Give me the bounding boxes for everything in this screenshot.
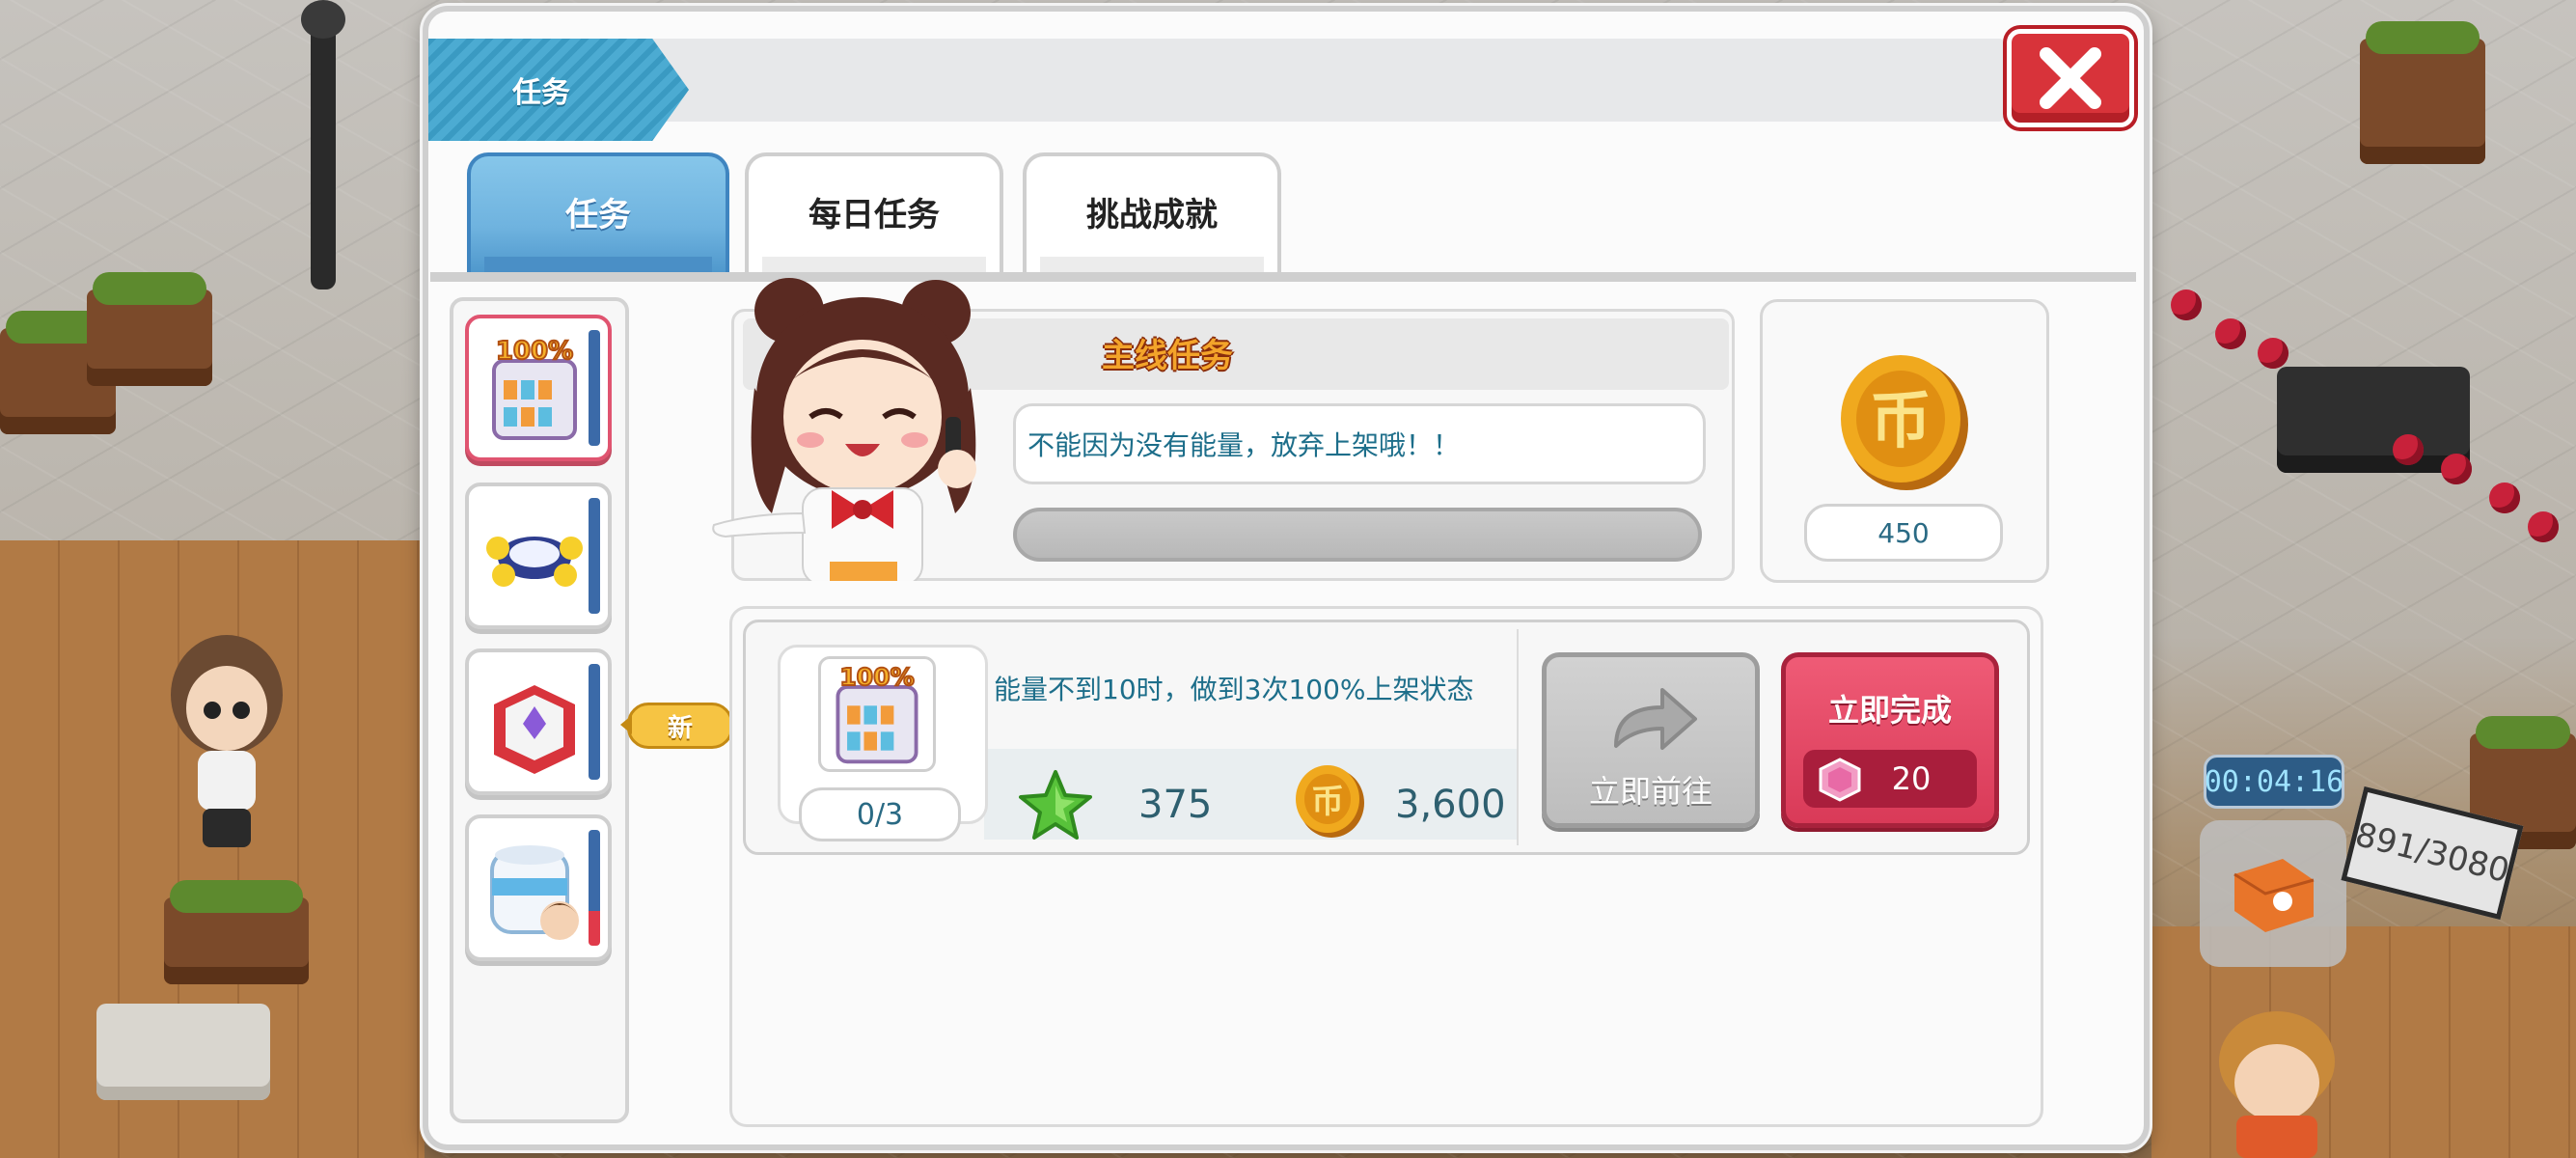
rose-flower: [2441, 454, 2472, 484]
tab-divider: [430, 272, 2136, 282]
planter-box: [164, 880, 309, 984]
category-item-display-stand[interactable]: [465, 482, 612, 629]
new-badge-text: 新: [667, 713, 693, 743]
tab-challenge-achievements[interactable]: 挑战成就: [1023, 152, 1281, 274]
main-task-title: 主线任务: [1102, 336, 1233, 375]
dialog-title: 任务: [428, 39, 689, 141]
gift-box-icon: [494, 685, 575, 774]
delivery-bubble[interactable]: [2200, 820, 2346, 967]
category-item-shelf[interactable]: 100%: [465, 315, 612, 461]
dialog-title-text: 任务: [512, 76, 570, 110]
main-task-description: 不能因为没有能量，放弃上架哦！！: [1013, 403, 1706, 484]
task-reward-exp: 375: [1138, 783, 1213, 827]
category-item-tissue[interactable]: [465, 814, 612, 961]
category-progress-bar: [589, 330, 600, 446]
svg-text:100%: 100%: [496, 337, 573, 366]
shelf-100-percent-icon: 100%: [836, 662, 918, 764]
rose-flower: [2393, 434, 2424, 465]
tab-label: 每日任务: [808, 195, 940, 234]
planter-box: [2360, 21, 2485, 164]
main-task-description-text: 不能因为没有能量，放弃上架哦！！: [1028, 429, 1461, 461]
task-icon: 100%: [818, 656, 936, 772]
new-badge: 新: [620, 703, 733, 749]
complete-now-label: 立即完成: [1827, 692, 1952, 729]
street-lamp: [311, 10, 336, 290]
tab-label: 任务: [565, 195, 631, 234]
street-lamp-head: [301, 0, 345, 39]
task-progress-count: 0/3: [799, 787, 961, 841]
planter-box: [87, 272, 212, 386]
rose-flower: [2489, 482, 2520, 513]
tab-daily-tasks[interactable]: 每日任务: [745, 152, 1003, 274]
category-item-gift-box[interactable]: [465, 648, 612, 795]
chibi-customer: [171, 635, 283, 847]
svg-text:币: 币: [1311, 783, 1344, 821]
rose-flower: [2215, 318, 2246, 349]
tab-label: 挑战成就: [1086, 195, 1218, 234]
complete-now-cost: 20: [1803, 750, 1977, 808]
rose-flower: [2528, 511, 2559, 542]
go-now-button[interactable]: 立即前往: [1542, 652, 1760, 828]
main-reward-amount: 450: [1804, 504, 2003, 562]
timer-display: 00:04:16: [2204, 755, 2344, 809]
shopkeeper-character: [2219, 1011, 2335, 1158]
task-reward-coin: 3,600: [1395, 783, 1506, 827]
category-progress-bar: [589, 664, 600, 780]
dark-bench: [2277, 367, 2470, 473]
shelf-100-percent-icon: 100%: [492, 336, 577, 440]
coin-icon: 币: [1296, 765, 1364, 838]
go-now-label: 立即前往: [1588, 773, 1713, 810]
svg-text:币: 币: [1870, 386, 1932, 457]
category-progress-bar: [589, 830, 600, 946]
category-progress-bar: [589, 498, 600, 614]
task-card-divider: [1517, 629, 1519, 845]
svg-text:100%: 100%: [839, 663, 915, 691]
close-button[interactable]: [2007, 29, 2134, 127]
arrow-icon: [1614, 688, 1697, 750]
tissue-roll-customer-icon: [490, 845, 579, 940]
mascot-girl-character: [712, 278, 976, 581]
main-task-progress-bar: [1013, 508, 1702, 562]
task-description: 能量不到10时，做到3次100%上架状态: [994, 674, 1474, 705]
tab-tasks[interactable]: 任务: [467, 152, 729, 274]
pink-gem-icon: [1819, 758, 1861, 802]
close-icon: [2040, 47, 2101, 109]
package-icon: [2233, 859, 2315, 932]
complete-now-cost-value: 20: [1891, 760, 1932, 797]
rose-flower: [2171, 290, 2202, 320]
garden-bench: [96, 1004, 270, 1100]
complete-now-button[interactable]: 立即完成 20: [1781, 652, 1999, 828]
display-stand-icon: [486, 537, 583, 587]
green-star-icon: [1019, 770, 1092, 840]
rose-flower: [2258, 338, 2288, 369]
coin-icon: 币: [1841, 355, 1968, 490]
